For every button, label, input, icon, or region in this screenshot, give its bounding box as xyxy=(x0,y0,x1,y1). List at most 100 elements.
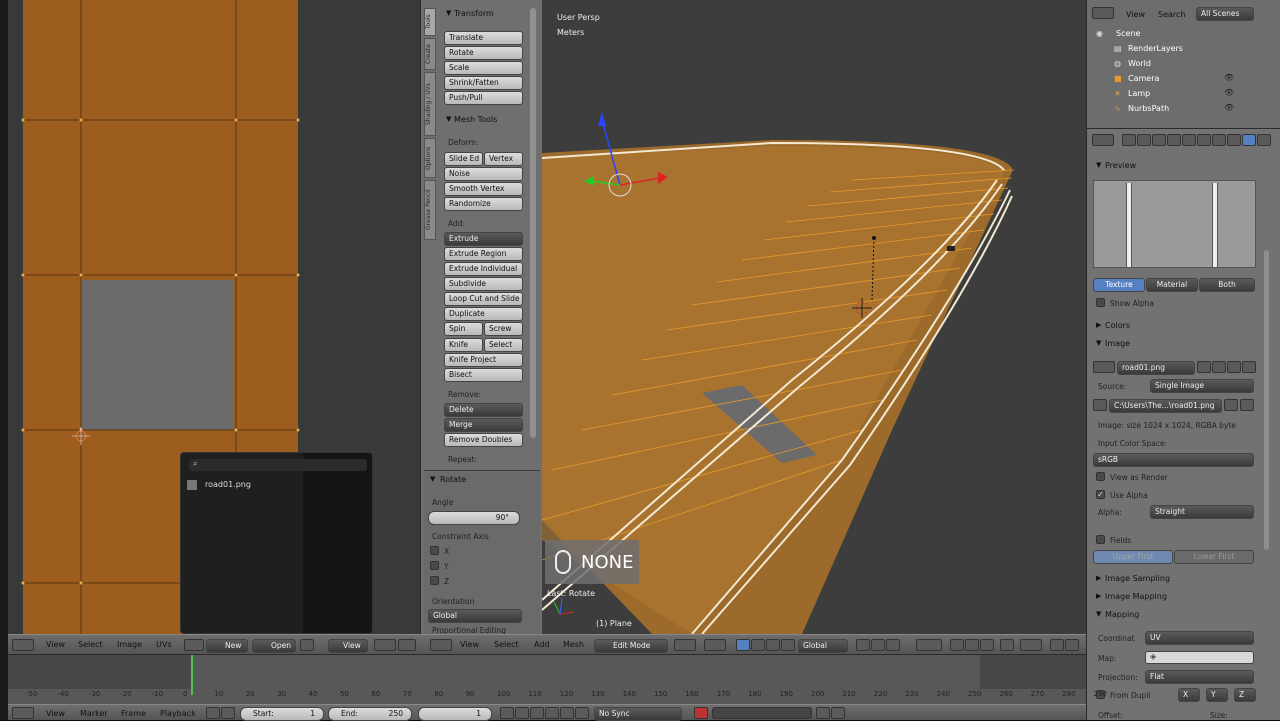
menu-mesh[interactable]: Mesh xyxy=(563,640,584,649)
physics-tab-icon[interactable] xyxy=(1257,134,1271,146)
sync-mode-select[interactable]: No Sync xyxy=(594,707,682,721)
noise-button[interactable]: Noise xyxy=(444,167,523,181)
edge-select-icon[interactable] xyxy=(965,639,979,651)
mesh-tools-panel-title[interactable]: Mesh Tools xyxy=(454,115,497,124)
visibility-eye-icon[interactable]: 👁 xyxy=(1224,73,1234,82)
editor-type-icon[interactable] xyxy=(12,707,34,719)
occlude-icon[interactable] xyxy=(1000,639,1014,651)
preview-tab-both[interactable]: Both xyxy=(1199,278,1255,292)
upper-first-toggle[interactable]: Upper First xyxy=(1093,550,1173,564)
extrude-individual-button[interactable]: Extrude Individual xyxy=(444,262,523,276)
push-pull-button[interactable]: Push/Pull xyxy=(444,91,523,105)
unlink-icon[interactable] xyxy=(1242,361,1256,373)
modifiers-tab-icon[interactable] xyxy=(1197,134,1211,146)
axis-x-checkbox[interactable] xyxy=(430,546,439,555)
outliner-menu-view[interactable]: View xyxy=(1126,10,1145,19)
new-image-icon[interactable] xyxy=(1212,361,1226,373)
material-tab-icon[interactable] xyxy=(1227,134,1241,146)
editor-type-icon[interactable] xyxy=(1092,134,1114,146)
smooth-vertex-button[interactable]: Smooth Vertex xyxy=(444,182,523,196)
menu-image[interactable]: Image xyxy=(117,640,142,649)
properties-scrollbar[interactable] xyxy=(1264,250,1269,550)
axis-z-select[interactable]: Z xyxy=(1234,688,1256,702)
render-tab-icon[interactable] xyxy=(1122,134,1136,146)
jump-start-icon[interactable] xyxy=(500,707,514,719)
toolshelf-scrollbar[interactable] xyxy=(530,8,536,438)
preview-tab-texture[interactable]: Texture xyxy=(1093,278,1145,292)
vertex-button[interactable]: Vertex xyxy=(484,152,523,166)
pin-icon[interactable] xyxy=(300,639,314,651)
merge-menu-button[interactable]: Merge xyxy=(444,418,523,432)
world-tab-icon[interactable] xyxy=(1152,134,1166,146)
editor-type-icon[interactable] xyxy=(1092,7,1114,19)
vertex-select-icon[interactable] xyxy=(950,639,964,651)
image-name-field[interactable]: road01.png xyxy=(1117,361,1195,375)
axis-y-checkbox[interactable] xyxy=(430,561,439,570)
layer-icon[interactable] xyxy=(856,639,870,651)
outliner-item-lamp[interactable]: ☀ Lamp 👁 xyxy=(1092,88,1277,101)
axis-x-select[interactable]: X xyxy=(1178,688,1200,702)
record-icon[interactable] xyxy=(694,707,708,719)
pivot-icon[interactable] xyxy=(374,639,396,651)
new-image-button[interactable]: New xyxy=(206,639,248,653)
extrude-region-button[interactable]: Extrude Region xyxy=(444,247,523,261)
texture-tab-icon[interactable] xyxy=(1242,134,1256,146)
transform-panel-title[interactable]: Transform xyxy=(454,9,494,18)
shrink-fatten-button[interactable]: Shrink/Fatten xyxy=(444,76,523,90)
translate-gizmo-icon[interactable] xyxy=(751,639,765,651)
visibility-eye-icon[interactable]: 👁 xyxy=(1224,103,1234,112)
editor-type-icon[interactable] xyxy=(12,639,34,651)
start-frame-field[interactable]: Start: 1 xyxy=(240,707,324,721)
preview-panel-title[interactable]: Preview xyxy=(1105,161,1136,170)
axis-z-checkbox[interactable] xyxy=(430,576,439,585)
tab-grease-pencil[interactable]: Grease Pencil xyxy=(424,180,436,240)
outliner-item-world[interactable]: ◍ World xyxy=(1092,58,1277,71)
rotate-gizmo-icon[interactable] xyxy=(766,639,780,651)
pivot-icon[interactable] xyxy=(704,639,726,651)
keying-icon[interactable] xyxy=(221,707,235,719)
snap-icon[interactable] xyxy=(1020,639,1042,651)
screw-button[interactable]: Screw xyxy=(484,322,523,336)
tab-shading-uvs[interactable]: Shading / UVs xyxy=(424,72,436,136)
image-mapping-title[interactable]: Image Mapping xyxy=(1105,592,1167,601)
axis-y-select[interactable]: Y xyxy=(1206,688,1228,702)
image-browse-popup[interactable]: ⌕ road01.png xyxy=(180,452,373,634)
mode-select[interactable]: Edit Mode xyxy=(594,639,668,653)
tab-tools[interactable]: Tools xyxy=(424,8,436,36)
orientation-select[interactable]: Global xyxy=(798,639,848,653)
preview-tab-material[interactable]: Material xyxy=(1146,278,1198,292)
input-color-space-select[interactable]: sRGB xyxy=(1093,453,1254,467)
lower-first-toggle[interactable]: Lower First xyxy=(1174,550,1254,564)
slide-edge-button[interactable]: Slide Ed xyxy=(444,152,483,166)
manipulator-icon[interactable] xyxy=(736,639,750,651)
coordinates-select[interactable]: UV xyxy=(1145,631,1254,645)
view-as-render-checkbox[interactable] xyxy=(1096,472,1105,481)
popup-image-item[interactable]: road01.png xyxy=(187,479,297,492)
show-alpha-checkbox[interactable] xyxy=(1096,298,1105,307)
pack-icon[interactable] xyxy=(1093,399,1107,411)
duplicate-button[interactable]: Duplicate xyxy=(444,307,523,321)
tab-options[interactable]: Options xyxy=(424,138,436,178)
image-panel-title[interactable]: Image xyxy=(1105,339,1130,348)
fake-user-icon[interactable] xyxy=(1197,361,1211,373)
menu-view[interactable]: View xyxy=(46,640,65,649)
scale-button[interactable]: Scale xyxy=(444,61,523,75)
prev-keyframe-icon[interactable] xyxy=(515,707,529,719)
face-select-icon[interactable] xyxy=(980,639,994,651)
timeline[interactable] xyxy=(8,654,1086,704)
menu-add[interactable]: Add xyxy=(534,640,550,649)
menu-view[interactable]: View xyxy=(460,640,479,649)
scene-tab-icon[interactable] xyxy=(1137,134,1151,146)
render-anim-icon[interactable] xyxy=(1065,639,1079,651)
next-keyframe-icon[interactable] xyxy=(560,707,574,719)
menu-playback[interactable]: Playback xyxy=(160,709,196,718)
layer-icon[interactable] xyxy=(886,639,900,651)
preview-range-icon[interactable] xyxy=(206,707,220,719)
uv-map-field[interactable]: ◈ xyxy=(1145,651,1254,664)
viewport-scene[interactable] xyxy=(542,0,1086,634)
remove-doubles-button[interactable]: Remove Doubles xyxy=(444,433,523,447)
outliner-item-renderlayers[interactable]: ▤ RenderLayers xyxy=(1092,43,1277,56)
play-reverse-icon[interactable] xyxy=(530,707,544,719)
use-alpha-checkbox[interactable]: ✓ xyxy=(1096,490,1105,499)
loop-cut-button[interactable]: Loop Cut and Slide xyxy=(444,292,523,306)
